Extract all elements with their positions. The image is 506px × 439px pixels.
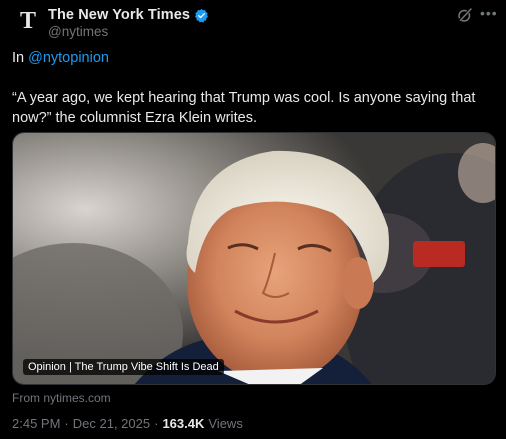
mention-link[interactable]: @nytopinion <box>28 50 109 66</box>
link-card-image[interactable]: Opinion | The Trump Vibe Shift Is Dead <box>12 132 496 385</box>
post-text: “A year ago, we kept hearing that Trump … <box>12 90 476 126</box>
tweet: T The New York Times @nytimes ••• In @ny… <box>0 0 506 439</box>
nyt-logo-icon: T <box>20 8 36 33</box>
display-name[interactable]: The New York Times <box>48 7 190 23</box>
post-meta: 2:45 PM · Dec 21, 2025 · 163.4K Views <box>12 416 243 431</box>
post-date[interactable]: Dec 21, 2025 <box>73 416 150 431</box>
meta-separator: · <box>154 416 159 431</box>
grok-icon[interactable] <box>456 6 474 24</box>
account-name-row: The New York Times <box>48 7 209 23</box>
card-title-label: Opinion | The Trump Vibe Shift Is Dead <box>23 359 224 375</box>
meta-separator: · <box>64 416 69 431</box>
nyt-logo-avatar[interactable]: T <box>14 6 42 34</box>
account-handle[interactable]: @nytimes <box>48 24 108 39</box>
portrait-photo <box>13 133 495 384</box>
more-options-icon[interactable]: ••• <box>480 4 497 22</box>
verified-badge-icon <box>195 8 208 22</box>
card-source[interactable]: From nytimes.com <box>12 391 111 405</box>
svg-text:T: T <box>20 8 36 33</box>
views-count: 163.4K <box>162 416 205 431</box>
views-label: Views <box>208 416 243 431</box>
intro-prefix: In <box>12 50 29 66</box>
post-time[interactable]: 2:45 PM <box>12 416 60 431</box>
post-intro: In @nytopinion <box>12 50 109 66</box>
